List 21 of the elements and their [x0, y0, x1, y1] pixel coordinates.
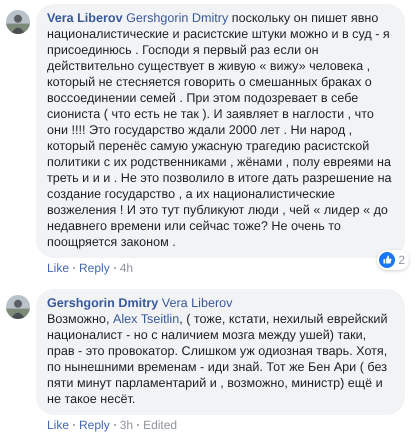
timestamp[interactable]: 3h: [120, 418, 134, 432]
separator-dot: [73, 267, 76, 269]
reaction-badge[interactable]: 2: [377, 250, 409, 270]
action-link[interactable]: Reply: [79, 418, 110, 432]
comment-text: Vera Liberov Gershgorin Dmitry поскольку он пишет явно националистические и расистские штуки можно и в суд - я присоединюсь . Господи я первый раз если он действительно существует в живую « вижу» человека , который не стесняется говорить о смешанных браках о воссоединении семей . При этом подозревает в себе сиониста ( что есть не так ). И заявляет в наглости , что они !!!! Это государство ждали 2000 лет . Ни народ , который перенёс самую ужасную трагедию расистской политики с их родственниками , жёнами , полу евреями на треть и и и . Не это позволило в итоге дать разрешение на создание государство , а их националистические возжеления ! И это тут публикуют люди , чей « лидер « до недавнего времени или сейчас тоже? Не очень то поощряется законом .: [47, 10, 393, 250]
action-link[interactable]: Reply: [79, 261, 110, 275]
edited-label[interactable]: Edited: [143, 418, 178, 432]
mention-link[interactable]: Vera Liberov: [162, 296, 232, 310]
separator-dot: [114, 267, 116, 269]
separator-dot: [114, 424, 116, 426]
thumbs-up-icon: [379, 252, 396, 268]
timestamp[interactable]: 4h: [120, 261, 134, 275]
author-link[interactable]: Vera Liberov: [47, 11, 123, 25]
comment-text: Gershgorin Dmitry Vera Liberov Возможно, Alex Tseitlin, ( тоже, кстати, нехилый еврейский националист - но с наличием мозга между ушей) таки, прав - это провокатор. Слишком уж одиозная тварь. Хотя, по нынешними временам - иди знай. Тот же Бен Ари ( без пяти минут парламентарий и , возможно, министр) ещё и не такое несёт.: [47, 295, 388, 407]
action-link[interactable]: Like: [47, 261, 70, 275]
separator-dot: [73, 424, 76, 426]
mention-link[interactable]: Gershgorin Dmitry: [126, 11, 228, 25]
mention-link[interactable]: Alex Tseitlin: [112, 312, 180, 326]
author-link[interactable]: Gershgorin Dmitry: [47, 296, 158, 310]
action-link[interactable]: Like: [47, 418, 70, 432]
separator-dot: [137, 424, 140, 426]
